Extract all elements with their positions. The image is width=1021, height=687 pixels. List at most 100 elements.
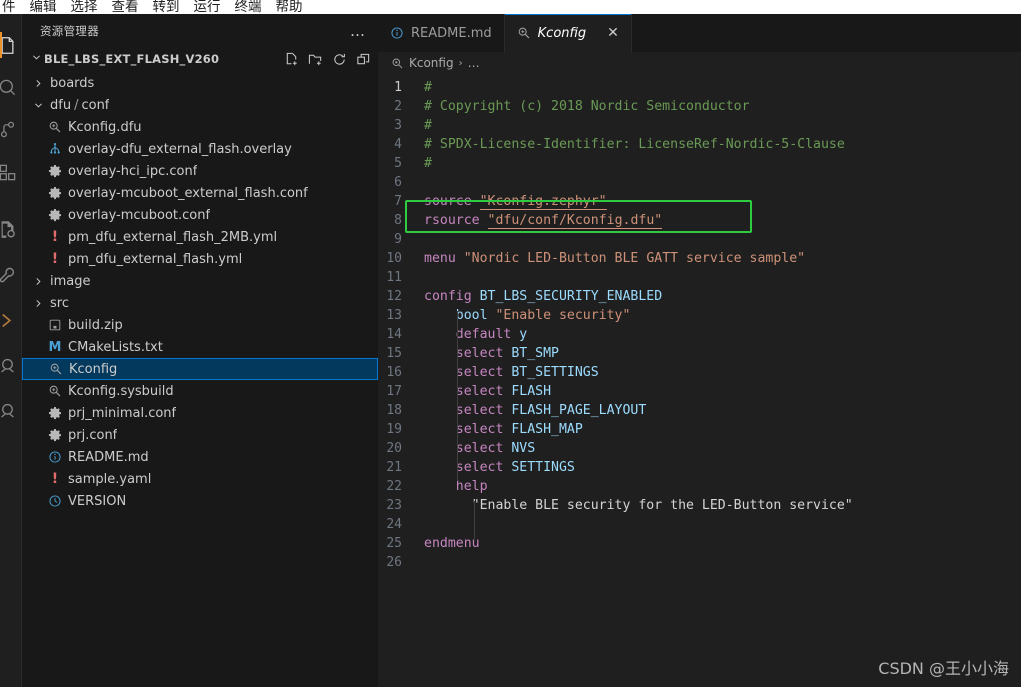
chevron-icon[interactable] — [30, 78, 46, 89]
file-tree-item-selected[interactable]: Kconfig — [22, 358, 378, 380]
clock-icon — [46, 494, 64, 508]
file-tree-item[interactable]: README.md — [22, 446, 378, 468]
code-line: 13 bool "Enable security" — [378, 306, 1021, 325]
file-tree-item[interactable]: Kconfig.dfu — [22, 116, 378, 138]
file-tree-item[interactable]: ! pm_dfu_external_flash_2MB.yml — [22, 226, 378, 248]
code-line: 2 # Copyright (c) 2018 Nordic Semiconduct… — [378, 97, 1021, 116]
terminal-chevron-icon[interactable] — [0, 305, 22, 335]
file-tree-item-label: pm_dfu_external_flash.yml — [68, 251, 243, 267]
explorer-more-actions[interactable]: … — [350, 22, 370, 40]
line-number: 7 — [394, 194, 402, 209]
file-tree-item[interactable]: overlay-dfu_external_flash.overlay — [22, 138, 378, 160]
chevron-icon[interactable] — [30, 298, 46, 309]
file-tree-item-label: image — [50, 273, 91, 289]
kconfig-icon — [391, 57, 404, 70]
info-icon — [46, 450, 64, 464]
file-tree-item[interactable]: overlay-mcuboot_external_flash.conf — [22, 182, 378, 204]
code-line-text: "Enable BLE security for the LED-Button … — [471, 498, 853, 513]
new-folder-icon[interactable] — [308, 52, 323, 67]
file-tree-item[interactable]: overlay-hci_ipc.conf — [22, 160, 378, 182]
menu-item-5[interactable]: 运行 — [187, 0, 228, 14]
gear-icon — [46, 208, 64, 222]
line-number: 14 — [386, 327, 402, 342]
file-tree-item[interactable]: dfu / conf — [22, 94, 378, 116]
breadcrumb-root[interactable]: Kconfig — [409, 56, 454, 70]
kconfig-icon — [46, 384, 64, 398]
line-number: 6 — [394, 175, 402, 190]
file-tree-item[interactable]: image — [22, 270, 378, 292]
breadcrumb-more[interactable]: … — [468, 56, 480, 70]
file-tree-item-label: dfu / conf — [50, 97, 110, 113]
tools-icon[interactable] — [0, 260, 22, 290]
menu-item-7[interactable]: 帮助 — [269, 0, 310, 14]
source-control-icon[interactable] — [0, 114, 22, 144]
code-line-text: endmenu — [424, 536, 480, 551]
editor-tab-readme-md[interactable]: README.md — [378, 14, 505, 52]
file-tree-item[interactable]: overlay-mcuboot.conf — [22, 204, 378, 226]
code-line: 6 — [378, 173, 1021, 192]
code-line-text: rsource "dfu/conf/Kconfig.dfu" — [424, 213, 663, 229]
editor-tab-label: Kconfig — [537, 25, 587, 41]
code-line: 5 # — [378, 154, 1021, 173]
explorer-icon[interactable] — [0, 30, 22, 60]
project-root-label: BLE_LBS_EXT_FLASH_V260 — [44, 52, 220, 66]
file-tree-item[interactable]: boards — [22, 72, 378, 94]
menu-item-4[interactable]: 转到 — [146, 0, 187, 14]
file-tree-item[interactable]: VERSION — [22, 490, 378, 512]
file-tree-item[interactable]: Kconfig.sysbuild — [22, 380, 378, 402]
file-tree-item[interactable]: src — [22, 292, 378, 314]
menu-item-0[interactable]: 件 — [0, 0, 23, 14]
code-line: 12 config BT_LBS_SECURITY_ENABLED — [378, 287, 1021, 306]
file-tree-item-label: Kconfig.dfu — [68, 119, 142, 135]
new-file-icon[interactable] — [284, 52, 299, 67]
search-icon[interactable] — [0, 72, 22, 102]
extensions-icon[interactable] — [0, 157, 22, 187]
code-line: 1 # — [378, 78, 1021, 97]
editor-tabbar: README.md Kconfig ✕ — [378, 14, 1021, 52]
line-number: 19 — [386, 422, 402, 437]
collapse-all-icon[interactable] — [356, 52, 371, 67]
menu-item-2[interactable]: 选择 — [64, 0, 105, 14]
code-line-text: select FLASH_MAP — [455, 422, 583, 437]
code-line-text: default y — [455, 327, 528, 342]
file-tree-item[interactable]: prj.conf — [22, 424, 378, 446]
menu-item-6[interactable]: 终端 — [228, 0, 269, 14]
line-number: 3 — [394, 118, 402, 133]
code-line-text: # — [424, 80, 432, 95]
code-line: 15 select BT_SMP — [378, 344, 1021, 363]
config-file-icon[interactable] — [0, 214, 22, 244]
file-tree-item[interactable]: M CMakeLists.txt — [22, 336, 378, 358]
code-line: 26 — [378, 553, 1021, 572]
nordic-connect-icon[interactable] — [0, 350, 22, 380]
file-tree-item[interactable]: build.zip — [22, 314, 378, 336]
close-icon[interactable]: ✕ — [607, 26, 619, 40]
file-tree-item-label: VERSION — [68, 493, 127, 509]
file-tree-item[interactable]: prj_minimal.conf — [22, 402, 378, 424]
menu-item-3[interactable]: 查看 — [105, 0, 146, 14]
code-line: 10 menu "Nordic LED-Button BLE GATT servi… — [378, 249, 1021, 268]
editor-tab-kconfig[interactable]: Kconfig ✕ — [504, 14, 632, 52]
line-number: 8 — [394, 213, 402, 228]
file-tree-item-label: build.zip — [68, 317, 123, 333]
file-tree-item[interactable]: ! sample.yaml — [22, 468, 378, 490]
chevron-icon[interactable] — [30, 100, 46, 111]
chevron-icon[interactable] — [30, 276, 46, 287]
project-root-row[interactable]: BLE_LBS_EXT_FLASH_V260 — [22, 48, 378, 70]
file-tree-item-label: README.md — [68, 449, 149, 465]
nordic-kconfig-icon[interactable] — [0, 395, 22, 425]
code-line-text: help — [455, 479, 488, 494]
file-tree-item-label: pm_dfu_external_flash_2MB.yml — [68, 229, 278, 245]
editor-group: README.md Kconfig ✕ Kconfig › … 1 #2 # Copyr… — [378, 14, 1021, 687]
line-number: 12 — [386, 289, 402, 304]
code-area[interactable]: 1 #2 # Copyright (c) 2018 Nordic Semicondu… — [378, 74, 1021, 572]
line-number: 24 — [386, 517, 402, 532]
file-tree-item[interactable]: ! pm_dfu_external_flash.yml — [22, 248, 378, 270]
code-line-text: select BT_SETTINGS — [455, 365, 599, 380]
file-tree-item-label: Kconfig — [69, 361, 118, 377]
line-number: 18 — [386, 403, 402, 418]
line-number: 20 — [386, 441, 402, 456]
code-line: 4 # SPDX-License-Identifier: LicenseRef-N… — [378, 135, 1021, 154]
refresh-icon[interactable] — [332, 52, 347, 67]
line-number: 15 — [386, 346, 402, 361]
menu-item-1[interactable]: 编辑 — [23, 0, 64, 14]
